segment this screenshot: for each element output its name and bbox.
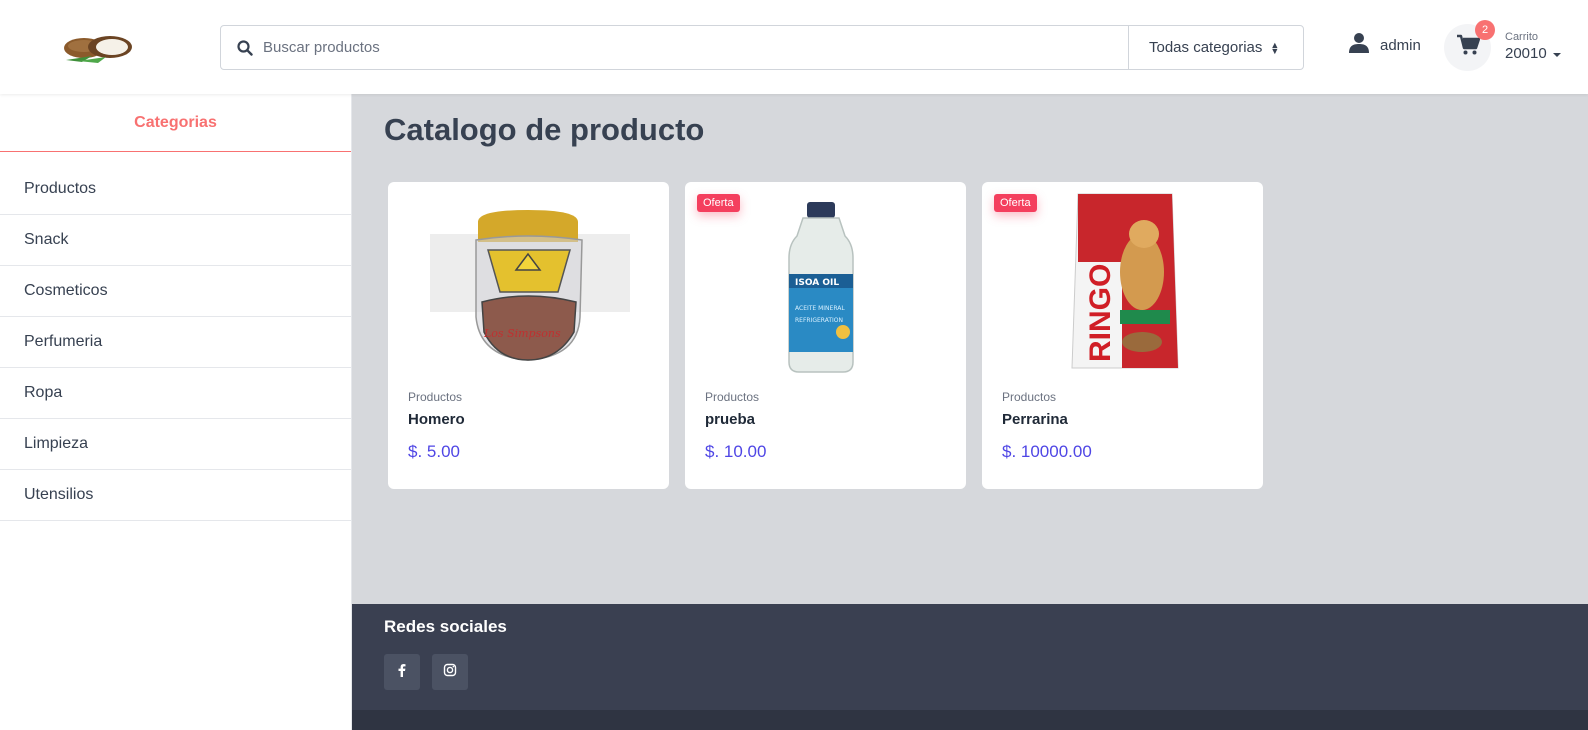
offer-badge: Oferta [697,194,740,212]
sidebar-item-cosmeticos[interactable]: Cosmeticos [0,266,351,317]
product-category: Productos [408,390,463,404]
svg-text:RINGO: RINGO [1084,264,1117,362]
sidebar-list: Productos Snack Cosmeticos Perfumeria Ro… [0,152,351,521]
category-select-value: Todas categorias [1149,39,1263,56]
cart-icon [1456,34,1480,61]
cart-summary[interactable]: Carrito 20010 [1505,31,1561,62]
svg-text:ISOA OIL: ISOA OIL [795,278,839,288]
face-shield-image: Los Simpsons [388,182,669,382]
sidebar-item-productos[interactable]: Productos [0,164,351,215]
cart-count-badge: 2 [1475,20,1495,40]
cart-value: 20010 [1505,45,1547,62]
product-category: Productos [1002,390,1057,404]
product-card[interactable]: ISOA OIL ACEITE MINERAL REFRIGERATION Of… [685,182,966,489]
user-name: admin [1380,36,1421,54]
instagram-icon [443,663,457,682]
svg-text:ACEITE MINERAL: ACEITE MINERAL [795,305,845,312]
search-icon [237,39,253,56]
instagram-button[interactable] [432,654,468,690]
dog-food-bag-image: RINGO [982,182,1263,382]
product-card[interactable]: Los Simpsons Productos Homero $. 5.00 [388,182,669,489]
cart-label: Carrito [1505,31,1539,43]
chevron-down-icon [1552,52,1561,57]
user-menu[interactable]: admin [1348,32,1421,58]
sidebar-item-limpieza[interactable]: Limpieza [0,419,351,470]
search-bar: Buscar productos Todas categorias ▲ ▼ [220,25,1304,70]
svg-text:REFRIGERATION: REFRIGERATION [795,317,843,324]
sidebar-item-snack[interactable]: Snack [0,215,351,266]
search-input[interactable]: Buscar productos [263,39,1128,56]
product-category: Productos [705,390,760,404]
product-price: $. 10000.00 [1002,442,1092,461]
product-card[interactable]: RINGO Oferta Productos Perrarina $. 1000… [982,182,1263,489]
product-name[interactable]: Homero [408,411,465,428]
product-price: $. 5.00 [408,442,460,461]
coconut-logo-icon[interactable] [62,30,138,66]
catalog-main: Catalogo de producto Los Simpsons Produc… [352,94,1588,604]
sidebar-item-utensilios[interactable]: Utensilios [0,470,351,521]
cart-value-row: 20010 [1505,45,1561,62]
offer-badge: Oferta [994,194,1037,212]
product-name[interactable]: prueba [705,411,755,428]
sidebar-title: Categorias [0,94,351,152]
footer-title: Redes sociales [384,617,507,636]
footer-bottom-bar [352,710,1588,730]
svg-text:Los Simpsons: Los Simpsons [483,327,561,340]
facebook-icon [395,663,409,682]
page-title: Catalogo de producto [384,112,705,147]
facebook-button[interactable] [384,654,420,690]
select-arrows-icon: ▲ ▼ [1270,39,1280,56]
category-select[interactable]: Todas categorias ▲ ▼ [1129,26,1303,69]
sidebar-item-ropa[interactable]: Ropa [0,368,351,419]
user-icon [1348,32,1370,58]
sidebar-item-perfumeria[interactable]: Perfumeria [0,317,351,368]
footer: Redes sociales [352,604,1588,730]
header: Buscar productos Todas categorias ▲ ▼ adm… [0,0,1588,94]
product-price: $. 10.00 [705,442,767,461]
product-name[interactable]: Perrarina [1002,411,1068,428]
oil-bottle-image: ISOA OIL ACEITE MINERAL REFRIGERATION [685,182,966,382]
sidebar: Categorias Productos Snack Cosmeticos Pe… [0,94,352,730]
